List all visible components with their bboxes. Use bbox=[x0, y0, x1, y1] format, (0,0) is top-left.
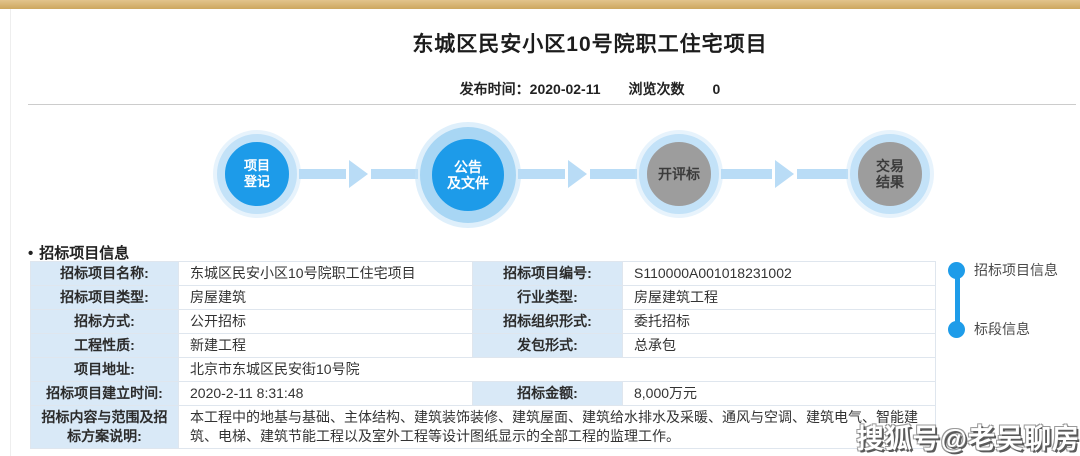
arrow-bar bbox=[371, 169, 418, 179]
table-row: 招标项目建立时间: 2020-2-11 8:31:48 招标金额: 8,000万… bbox=[31, 382, 936, 406]
tender-info-table: 招标项目名称: 东城区民安小区10号院职工住宅项目 招标项目编号: S11000… bbox=[30, 261, 936, 449]
field-value: 总承包 bbox=[623, 334, 936, 358]
publish-time-value: 2020-02-11 bbox=[530, 81, 601, 97]
field-value: 东城区民安小区10号院职工住宅项目 bbox=[179, 262, 473, 286]
field-value: 房屋建筑工程 bbox=[623, 286, 936, 310]
field-value: S110000A001018231002 bbox=[623, 262, 936, 286]
arrow-head-icon bbox=[568, 160, 587, 188]
arrow-bar bbox=[797, 169, 848, 179]
field-value: 本工程中的地基与基础、主体结构、建筑装饰装修、建筑屋面、建筑给水排水及采暖、通风… bbox=[179, 406, 936, 449]
anchor-nav-label: 招标项目信息 bbox=[974, 260, 1058, 280]
flow-step-project-registration: 项目 登记 bbox=[217, 134, 297, 214]
publish-time-label: 发布时间： bbox=[460, 81, 530, 97]
flow-arrow-icon bbox=[518, 160, 637, 188]
anchor-nav-item-tender-info[interactable]: 招标项目信息 bbox=[948, 260, 1058, 280]
header-divider bbox=[28, 104, 1076, 105]
sohu-watermark: 搜狐号@老吴聊房 bbox=[857, 417, 1080, 456]
views-label: 浏览次数 bbox=[629, 81, 685, 97]
anchor-nav-label: 标段信息 bbox=[974, 319, 1030, 339]
page-left-edge bbox=[10, 9, 11, 456]
table-row: 招标项目类型: 房屋建筑 行业类型: 房屋建筑工程 bbox=[31, 286, 936, 310]
field-value: 房屋建筑 bbox=[179, 286, 473, 310]
arrow-bar bbox=[721, 169, 772, 179]
anchor-nav: 招标项目信息 标段信息 bbox=[948, 258, 1080, 348]
arrow-head-icon bbox=[775, 160, 794, 188]
table-row: 招标方式: 公开招标 招标组织形式: 委托招标 bbox=[31, 310, 936, 334]
flow-step-announcement-documents: 公告 及文件 bbox=[420, 127, 516, 223]
bullet-icon: • bbox=[28, 245, 33, 262]
views-value: 0 bbox=[713, 81, 721, 97]
field-label: 招标内容与范围及招标方案说明: bbox=[31, 406, 179, 449]
field-value: 2020-2-11 8:31:48 bbox=[179, 382, 473, 406]
table-row: 工程性质: 新建工程 发包形式: 总承包 bbox=[31, 334, 936, 358]
table-row: 招标内容与范围及招标方案说明: 本工程中的地基与基础、主体结构、建筑装饰装修、建… bbox=[31, 406, 936, 449]
section-header-tender-info: • 招标项目信息 bbox=[28, 242, 129, 263]
anchor-dot-icon bbox=[948, 321, 965, 338]
field-label: 行业类型: bbox=[473, 286, 623, 310]
field-value: 8,000万元 bbox=[623, 382, 936, 406]
arrow-bar bbox=[518, 169, 565, 179]
table-row: 项目地址: 北京市东城区民安街10号院 bbox=[31, 358, 936, 382]
field-value: 公开招标 bbox=[179, 310, 473, 334]
field-label: 招标组织形式: bbox=[473, 310, 623, 334]
field-label: 项目地址: bbox=[31, 358, 179, 382]
table-row: 招标项目名称: 东城区民安小区10号院职工住宅项目 招标项目编号: S11000… bbox=[31, 262, 936, 286]
flow-arrow-icon bbox=[299, 160, 418, 188]
field-label: 招标项目类型: bbox=[31, 286, 179, 310]
arrow-bar bbox=[299, 169, 346, 179]
field-label: 招标项目建立时间: bbox=[31, 382, 179, 406]
section-title: 招标项目信息 bbox=[39, 245, 129, 262]
flow-arrow-icon bbox=[721, 160, 848, 188]
arrow-bar bbox=[590, 169, 637, 179]
field-label: 招标项目名称: bbox=[31, 262, 179, 286]
field-label: 发包形式: bbox=[473, 334, 623, 358]
flow-step-bid-opening-evaluation: 开评标 bbox=[639, 134, 719, 214]
field-label: 招标项目编号: bbox=[473, 262, 623, 286]
field-value: 北京市东城区民安街10号院 bbox=[179, 358, 936, 382]
field-value: 新建工程 bbox=[179, 334, 473, 358]
publish-meta: 发布时间：2020-02-11 浏览次数 0 bbox=[0, 79, 1080, 99]
field-label: 招标方式: bbox=[31, 310, 179, 334]
top-accent-bar bbox=[0, 0, 1080, 9]
flow-step-transaction-result: 交易 结果 bbox=[850, 134, 930, 214]
field-label: 招标金额: bbox=[473, 382, 623, 406]
anchor-dot-icon bbox=[948, 262, 965, 279]
field-value: 委托招标 bbox=[623, 310, 936, 334]
field-label: 工程性质: bbox=[31, 334, 179, 358]
arrow-head-icon bbox=[349, 160, 368, 188]
page-title: 东城区民安小区10号院职工住宅项目 bbox=[0, 28, 1080, 58]
anchor-nav-item-section-info[interactable]: 标段信息 bbox=[948, 319, 1030, 339]
